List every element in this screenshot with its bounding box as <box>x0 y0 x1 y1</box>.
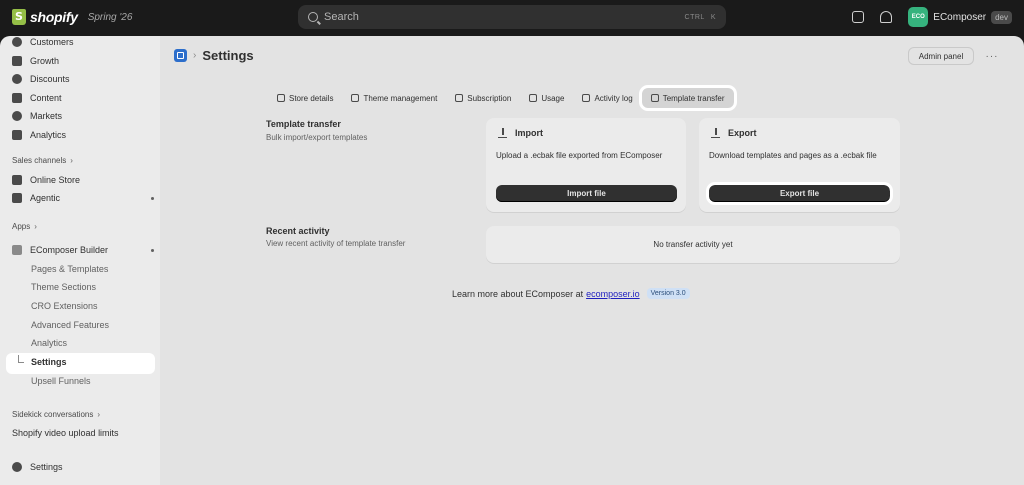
sidebar-item-online-store[interactable]: Online Store <box>12 172 80 188</box>
chevron-right-icon: › <box>34 221 37 231</box>
tab-store-details[interactable]: Store details <box>268 88 342 108</box>
sidekick-icon[interactable] <box>852 11 865 23</box>
version-badge: Version 3.0 <box>646 288 690 299</box>
chart-icon <box>12 130 22 140</box>
recent-activity-title: Recent activity <box>266 226 330 236</box>
theme-icon <box>351 94 360 102</box>
sidebar-item-analytics[interactable]: Analytics <box>12 127 66 143</box>
gear-icon <box>12 462 22 472</box>
store-name: EComposer <box>933 11 987 23</box>
transfer-icon <box>650 94 659 102</box>
sidebar-subitem-theme-sections[interactable]: Theme Sections <box>31 279 96 295</box>
download-icon <box>498 127 507 138</box>
export-file-button[interactable]: Export file <box>706 182 893 205</box>
empty-state-text: No transfer activity yet <box>653 240 733 249</box>
import-description: Upload a .ecbak file exported from EComp… <box>496 151 663 160</box>
sidekick-conversations-heading[interactable]: Sidekick conversations › <box>12 407 100 421</box>
sidebar-item-ecomposer-builder[interactable]: EComposer Builder <box>12 242 154 258</box>
export-card: Export Download templates and pages as a… <box>699 118 900 212</box>
globe-icon <box>12 111 22 121</box>
recent-activity-subtitle: View recent activity of template transfe… <box>266 239 406 248</box>
template-transfer-subtitle: Bulk import/export templates <box>266 133 368 142</box>
sidebar-item-agentic[interactable]: Agentic <box>12 190 154 206</box>
tab-activity-log[interactable]: Activity log <box>573 88 641 108</box>
import-card: Import Upload a .ecbak file exported fro… <box>486 118 686 212</box>
store-icon <box>12 175 22 185</box>
sidebar-item-growth[interactable]: Growth <box>12 53 59 69</box>
shortcut-k: K <box>710 13 716 21</box>
pin-dot-icon <box>151 248 154 252</box>
sidebar: Customers Growth Discounts Content Marke… <box>0 36 160 485</box>
logo-text: shopify <box>30 9 78 25</box>
shopify-logo[interactable]: shopify Spring '26 <box>12 9 132 25</box>
store-icon <box>277 94 285 102</box>
recent-activity-card: No transfer activity yet <box>486 226 900 263</box>
ecomposer-app-icon[interactable] <box>174 49 187 62</box>
admin-panel-button[interactable]: Admin panel <box>908 47 974 65</box>
page-header: › Settings <box>174 48 254 63</box>
export-heading: Export <box>711 127 757 138</box>
store-badge: dev <box>991 10 1012 24</box>
ecomposer-link[interactable]: ecomposer.io <box>586 289 640 299</box>
tab-theme-management[interactable]: Theme management <box>342 88 446 108</box>
app-icon <box>12 245 22 255</box>
chevron-right-icon: › <box>193 50 197 61</box>
content-icon <box>12 93 22 103</box>
sidebar-subitem-upsell-funnels[interactable]: Upsell Funnels <box>31 373 91 389</box>
tree-elbow-icon <box>18 355 24 363</box>
sidebar-subitem-pages-templates[interactable]: Pages & Templates <box>31 261 108 277</box>
search-icon <box>308 12 318 22</box>
tab-subscription[interactable]: Subscription <box>446 88 520 108</box>
apps-heading[interactable]: Apps › <box>12 219 37 233</box>
sidebar-item-content[interactable]: Content <box>12 90 62 106</box>
import-heading: Import <box>498 127 543 138</box>
sidebar-subitem-advanced-features[interactable]: Advanced Features <box>31 317 109 333</box>
store-switcher[interactable]: ECO EComposer dev <box>908 7 1012 27</box>
main-content: › Settings Admin panel ··· Store details… <box>160 36 1024 485</box>
person-icon <box>12 37 22 47</box>
agentic-icon <box>12 193 22 203</box>
sidebar-subitem-analytics[interactable]: Analytics <box>31 335 67 351</box>
card-icon <box>455 94 464 102</box>
sidebar-item-settings[interactable]: Settings <box>12 459 63 475</box>
sidebar-item-discounts[interactable]: Discounts <box>12 71 70 87</box>
export-description: Download templates and pages as a .ecbak… <box>709 151 877 160</box>
chevron-right-icon: › <box>70 155 73 165</box>
page-title: Settings <box>202 48 254 63</box>
chevron-right-icon: › <box>97 409 101 419</box>
search-input[interactable]: Search CTRL K <box>298 5 726 29</box>
discount-icon <box>12 74 22 84</box>
edition-label: Spring '26 <box>87 11 133 23</box>
sidebar-item-video-limits[interactable]: Shopify video upload limits <box>12 425 119 441</box>
sales-channels-heading[interactable]: Sales channels › <box>12 153 73 167</box>
upload-icon <box>711 127 720 138</box>
log-icon <box>582 94 591 102</box>
footer: Learn more about EComposer at ecomposer.… <box>452 288 690 299</box>
shopify-bag-icon <box>12 9 26 25</box>
template-transfer-title: Template transfer <box>266 119 341 129</box>
shortcut-ctrl: CTRL <box>684 13 705 21</box>
settings-tabs: Store details Theme management Subscript… <box>268 85 737 111</box>
tab-usage[interactable]: Usage <box>520 88 573 108</box>
growth-icon <box>12 56 22 66</box>
footer-text: Learn more about EComposer at <box>452 288 584 299</box>
pin-dot-icon <box>151 196 154 200</box>
bell-icon[interactable] <box>880 11 893 23</box>
top-bar: shopify Spring '26 Search CTRL K ECO ECo… <box>0 0 1024 36</box>
sidebar-subitem-settings[interactable]: Settings <box>6 353 155 374</box>
usage-icon <box>529 94 538 102</box>
sidebar-item-markets[interactable]: Markets <box>12 108 62 124</box>
sidebar-subitem-cro-extensions[interactable]: CRO Extensions <box>31 298 98 314</box>
sidebar-item-customers[interactable]: Customers <box>12 34 74 50</box>
store-avatar: ECO <box>908 7 929 27</box>
search-placeholder: Search <box>324 11 359 23</box>
import-file-button[interactable]: Import file <box>496 185 677 202</box>
tab-template-transfer[interactable]: Template transfer <box>638 85 737 111</box>
more-actions-button[interactable]: ··· <box>982 47 1002 65</box>
